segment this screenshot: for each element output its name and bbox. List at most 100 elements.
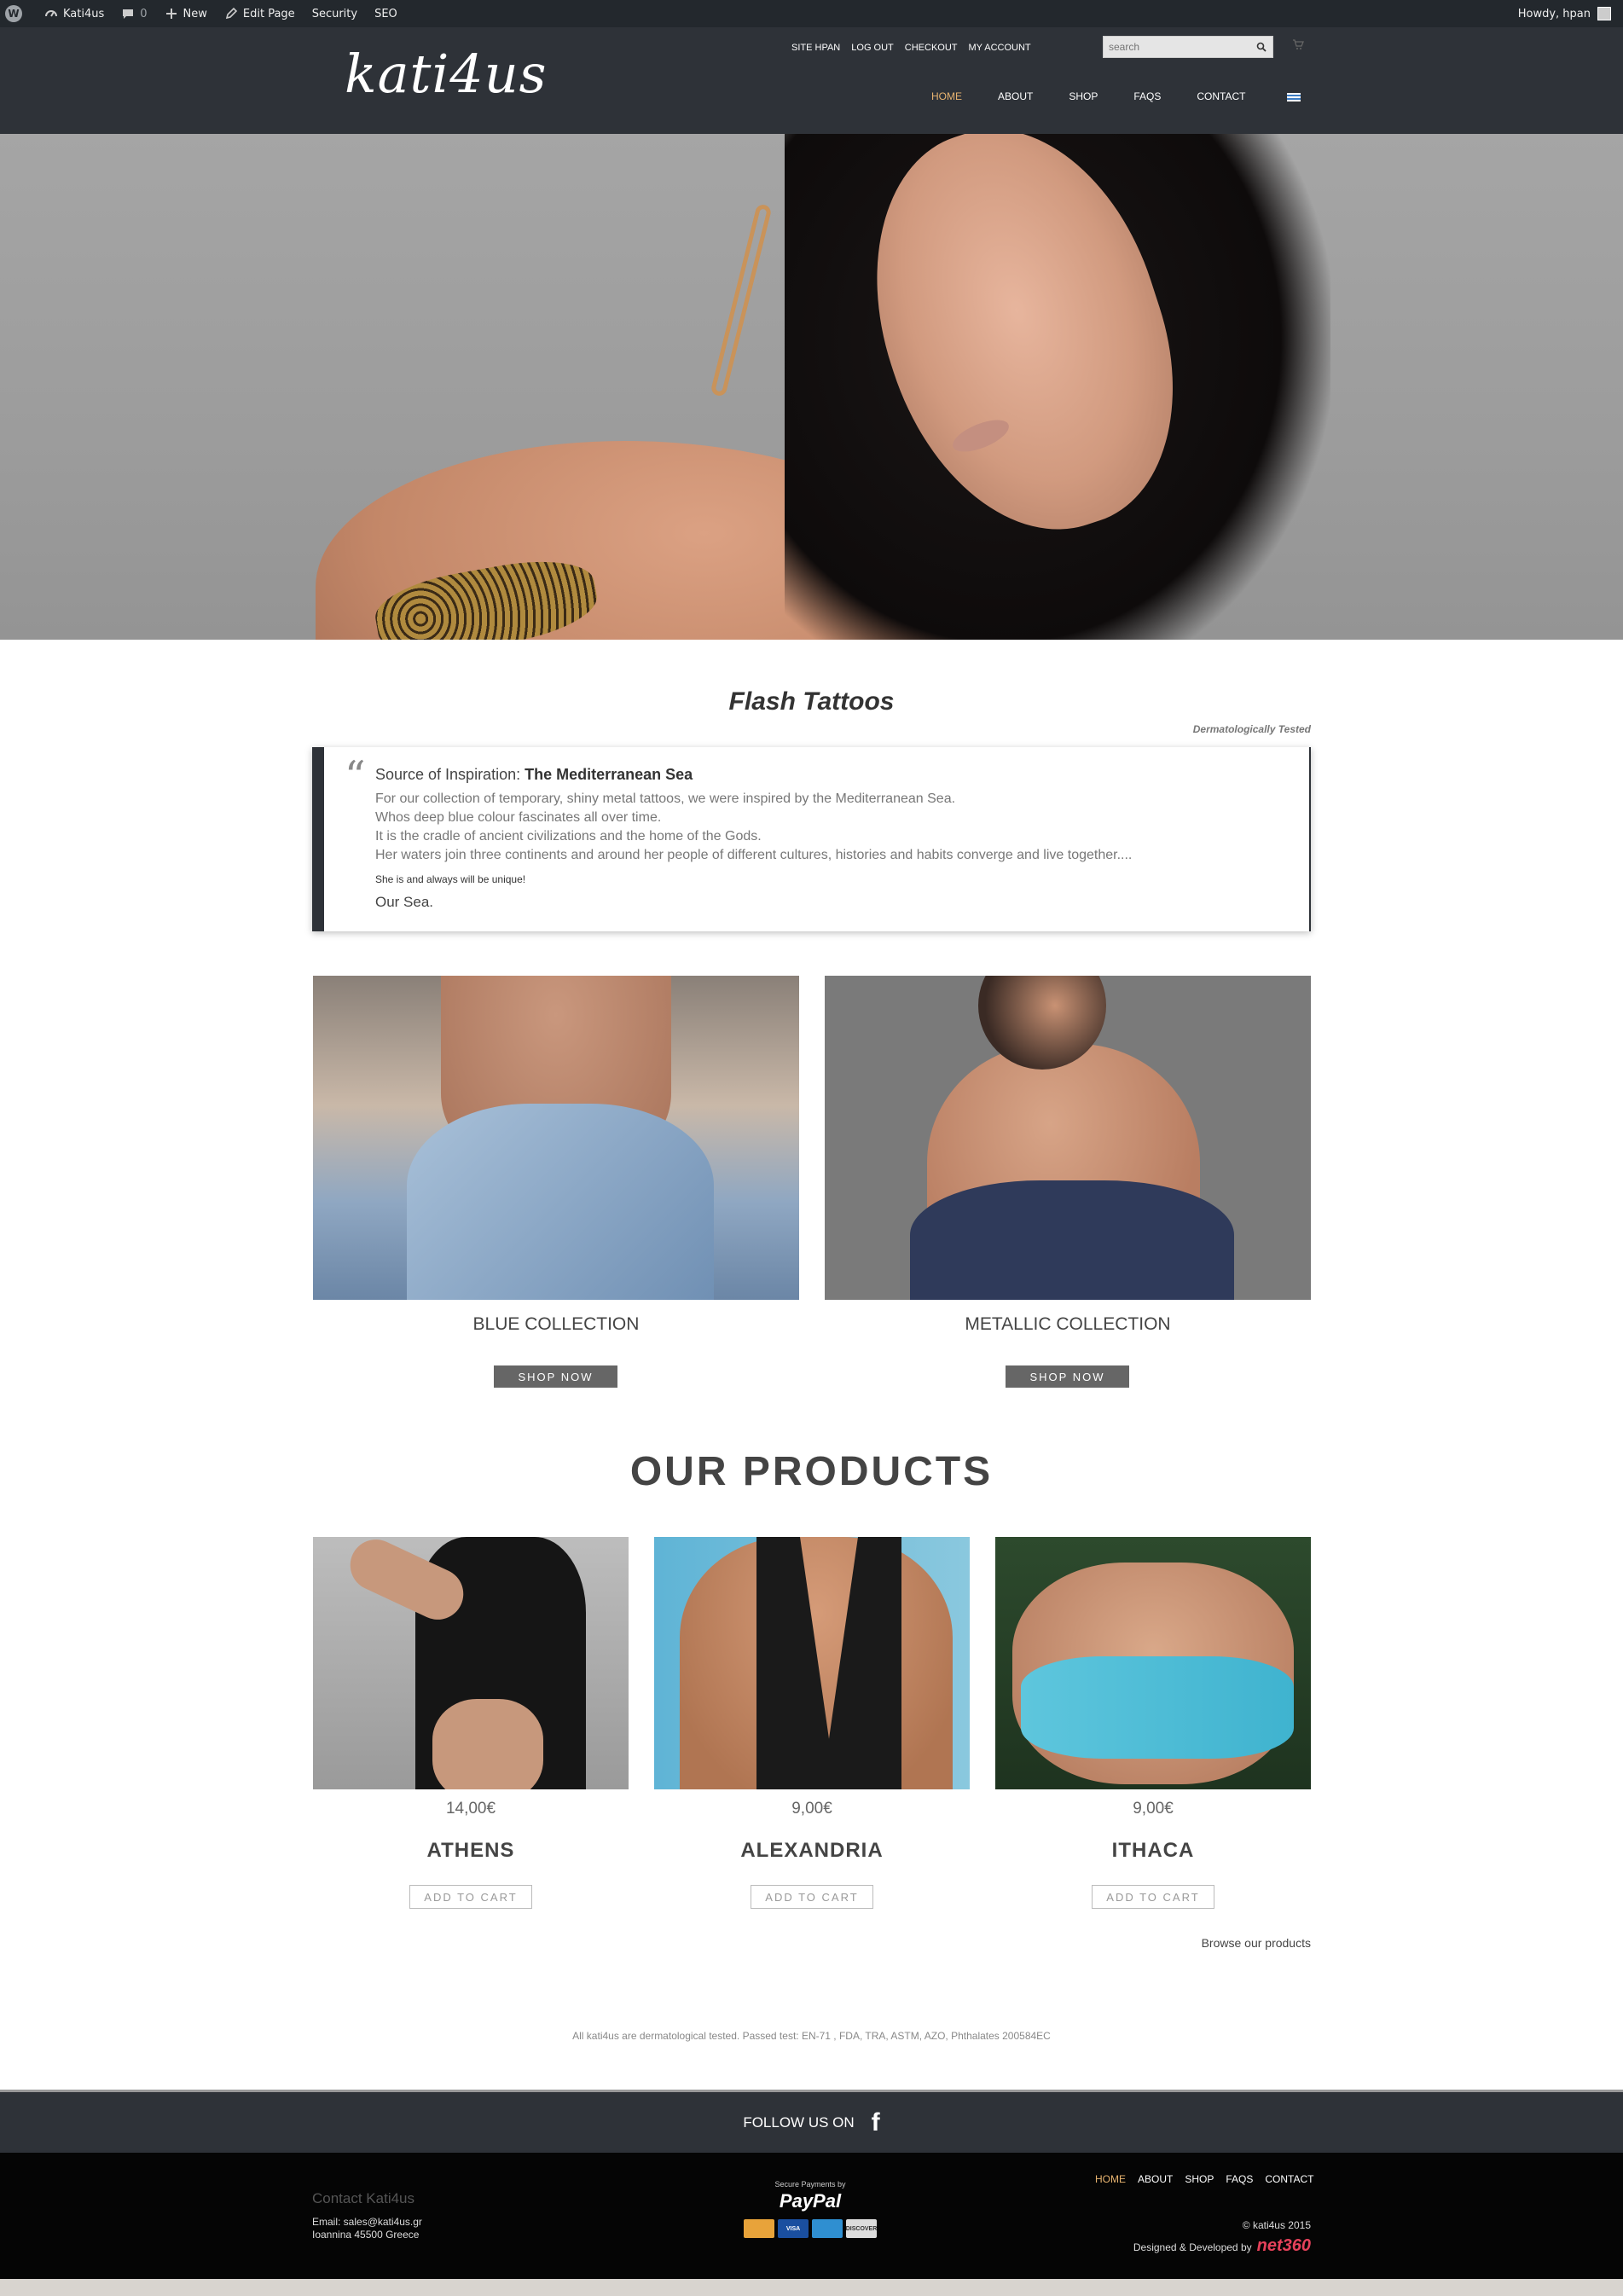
quote-line: For our collection of temporary, shiny m… xyxy=(375,791,956,806)
tested-note: All kati4us are dermatological tested. P… xyxy=(572,2030,1051,2042)
paypal-logo: PayPal xyxy=(779,2190,842,2212)
site-footer: Contact Kati4us Email: sales@kati4us.gr … xyxy=(0,2153,1623,2279)
mastercard-icon xyxy=(744,2219,774,2238)
follow-bar: FOLLOW US ON f xyxy=(0,2090,1623,2153)
product-image-ithaca[interactable] xyxy=(995,1537,1311,1789)
seo-item[interactable]: SEO xyxy=(374,8,397,20)
products-title: OUR PRODUCTS xyxy=(629,1449,994,1494)
inspiration-quote: “ Source of Inspiration: The Mediterrane… xyxy=(312,747,1311,931)
wordpress-logo-item[interactable]: W xyxy=(5,5,27,22)
edit-page-item[interactable]: Edit Page xyxy=(224,7,295,20)
footer-nav-home[interactable]: HOME xyxy=(1095,2173,1126,2185)
add-to-cart-button[interactable]: ADD TO CART xyxy=(1092,1885,1214,1909)
nav-about[interactable]: ABOUT xyxy=(998,90,1033,102)
nav-shop[interactable]: SHOP xyxy=(1069,90,1098,102)
quote-icon: “ xyxy=(345,752,366,800)
footer-nav-contact[interactable]: CONTACT xyxy=(1265,2173,1313,2185)
blue-collection-shop-button[interactable]: SHOP NOW xyxy=(494,1365,617,1388)
intro-tagline: Dermatologically Tested xyxy=(1192,723,1311,735)
new-item[interactable]: New xyxy=(165,7,207,20)
search-icon[interactable] xyxy=(1250,37,1272,57)
product-image-alexandria[interactable] xyxy=(654,1537,970,1789)
image-figure xyxy=(1021,1656,1294,1759)
add-to-cart-button[interactable]: ADD TO CART xyxy=(409,1885,532,1909)
copyright: © kati4us 2015 xyxy=(1242,2219,1311,2231)
product-name[interactable]: ITHACA xyxy=(995,1839,1311,1863)
comments-count: 0 xyxy=(140,7,148,20)
top-link-my-account[interactable]: MY ACCOUNT xyxy=(969,43,1031,53)
search-input[interactable] xyxy=(1104,37,1249,57)
metallic-collection-title[interactable]: METALLIC COLLECTION xyxy=(825,1314,1311,1335)
footer-nav-about[interactable]: ABOUT xyxy=(1138,2173,1173,2185)
blue-collection-title[interactable]: BLUE COLLECTION xyxy=(313,1314,799,1335)
quote-line: Whos deep blue colour fascinates all ove… xyxy=(375,810,662,825)
product-price: 14,00€ xyxy=(445,1800,496,1818)
discover-icon: DISCOVER xyxy=(846,2219,877,2238)
bottom-strip xyxy=(0,2279,1623,2296)
account-item[interactable]: Howdy, hpan xyxy=(1518,0,1611,27)
site-name-item[interactable]: Kati4us xyxy=(44,7,104,20)
intro-title: Flash Tattoos xyxy=(728,687,895,716)
footer-nav-shop[interactable]: SHOP xyxy=(1185,2173,1214,2185)
facebook-icon[interactable]: f xyxy=(872,2108,880,2137)
comment-icon xyxy=(121,7,135,20)
paypal-badge: Secure Payments by PayPal VISA DISCOVER xyxy=(742,2180,878,2238)
site-logo[interactable]: kati4us xyxy=(345,43,547,105)
card-logos: VISA DISCOVER xyxy=(742,2219,878,2238)
nav-home[interactable]: HOME xyxy=(931,90,962,102)
blue-collection-image[interactable] xyxy=(313,976,799,1300)
quote-heading: Source of Inspiration: The Mediterranean… xyxy=(375,766,693,784)
contact-email: Email: sales@kati4us.gr xyxy=(312,2216,422,2228)
top-link-logout[interactable]: LOG OUT xyxy=(851,43,894,53)
developer-credit: Designed & Developed by net360 xyxy=(1095,2236,1311,2256)
hero-image-earring xyxy=(710,203,773,397)
security-label: Security xyxy=(311,7,358,20)
quote-prefix: Source of Inspiration: xyxy=(375,766,525,783)
top-link-checkout[interactable]: CHECKOUT xyxy=(905,43,958,53)
seo-label: SEO xyxy=(374,7,397,20)
image-figure xyxy=(910,1180,1234,1300)
security-item[interactable]: Security xyxy=(312,8,357,20)
metallic-collection-shop-button[interactable]: SHOP NOW xyxy=(1006,1365,1129,1388)
greek-flag-icon[interactable] xyxy=(1287,93,1301,101)
edit-page-label: Edit Page xyxy=(242,7,295,20)
quote-emphasis: The Mediterranean Sea xyxy=(525,766,693,783)
nav-faqs[interactable]: FAQS xyxy=(1133,90,1161,102)
amex-icon xyxy=(812,2219,843,2238)
product-price: 9,00€ xyxy=(1133,1800,1174,1818)
product-price: 9,00€ xyxy=(791,1800,832,1818)
site-name-label: Kati4us xyxy=(63,7,105,20)
image-figure xyxy=(432,1699,543,1789)
product-image-athens[interactable] xyxy=(313,1537,629,1789)
product-name[interactable]: ATHENS xyxy=(313,1839,629,1863)
follow-label: FOLLOW US ON xyxy=(743,2113,855,2131)
footer-nav: HOME ABOUT SHOP FAQS CONTACT xyxy=(1095,2173,1313,2185)
metallic-collection-image[interactable] xyxy=(825,976,1311,1300)
dashboard-icon xyxy=(44,7,58,20)
developer-logo[interactable]: net360 xyxy=(1257,2236,1311,2255)
image-figure xyxy=(407,1104,714,1300)
browse-products-link[interactable]: Browse our products xyxy=(1109,1936,1311,1950)
comments-item[interactable]: 0 xyxy=(121,7,148,20)
quote-end: Our Sea. xyxy=(375,894,434,910)
quote-body: For our collection of temporary, shiny m… xyxy=(375,790,1132,865)
add-to-cart-button[interactable]: ADD TO CART xyxy=(751,1885,873,1909)
developer-label: Designed & Developed by xyxy=(1133,2241,1252,2253)
cart-icon[interactable] xyxy=(1292,38,1306,51)
search-box xyxy=(1103,36,1273,58)
top-links: SITE HPAN LOG OUT CHECKOUT MY ACCOUNT xyxy=(791,43,1031,53)
contact-address: Ioannina 45500 Greece xyxy=(312,2229,420,2241)
quote-small: She is and always will be unique! xyxy=(375,873,526,885)
main-nav: HOME ABOUT SHOP FAQS CONTACT xyxy=(931,90,1281,102)
product-name[interactable]: ALEXANDRIA xyxy=(654,1839,970,1863)
footer-nav-faqs[interactable]: FAQS xyxy=(1226,2173,1253,2185)
pencil-icon xyxy=(224,7,238,20)
wordpress-icon: W xyxy=(5,5,22,22)
hero-slider xyxy=(0,134,1623,640)
visa-icon: VISA xyxy=(778,2219,809,2238)
nav-contact[interactable]: CONTACT xyxy=(1197,90,1245,102)
new-label: New xyxy=(183,7,207,20)
site-header: kati4us SITE HPAN LOG OUT CHECKOUT MY AC… xyxy=(0,27,1623,134)
avatar xyxy=(1597,7,1611,20)
top-link-site[interactable]: SITE HPAN xyxy=(791,43,840,53)
